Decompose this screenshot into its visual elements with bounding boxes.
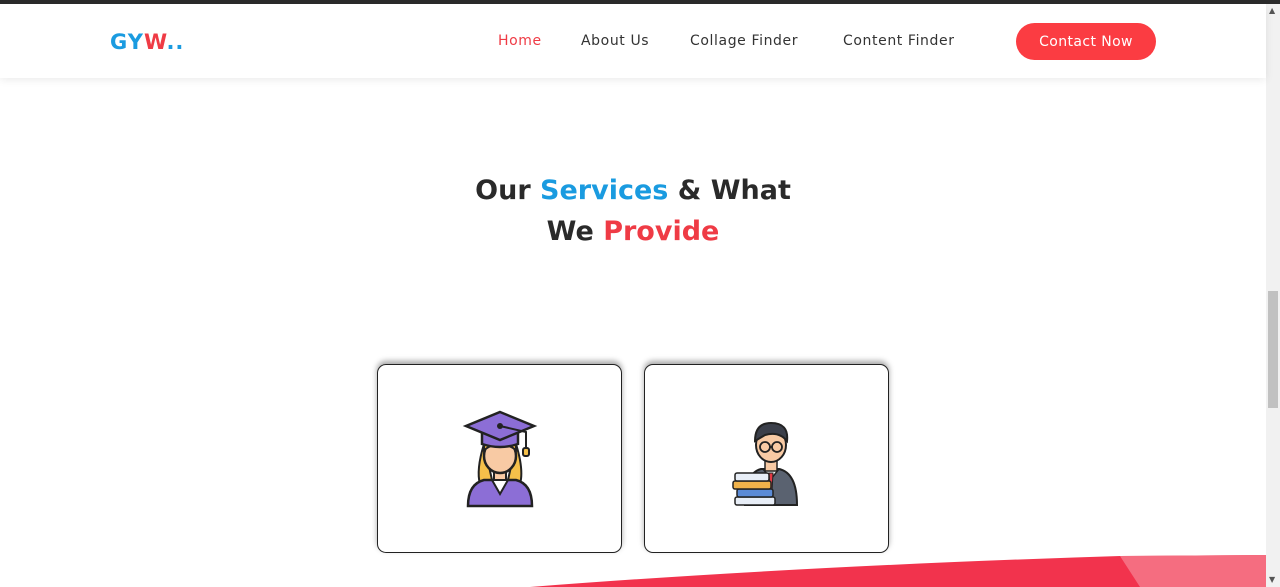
nav-home-link[interactable]: Home [498,33,542,49]
heading-word-our: Our [475,175,531,206]
service-card-teachers[interactable] [644,364,889,553]
teacher-with-books-icon [732,421,799,506]
logo[interactable]: GYW.. [110,30,184,54]
page-scrollbar[interactable]: ▲ ▼ [1266,4,1280,587]
scrollbar-thumb[interactable] [1268,291,1278,408]
heading-word-and-what: & What [677,175,791,206]
nav-about-link[interactable]: About Us [581,33,649,49]
heading-word-services: Services [540,175,669,206]
scroll-down-arrow-icon[interactable]: ▼ [1269,575,1275,584]
logo-part-gy: GY [110,30,144,54]
navbar: GYW.. Home About Us Collage Finder Conte… [0,4,1266,78]
logo-part-dots: .. [166,30,185,54]
nav-college-finder-link[interactable]: Collage Finder [690,33,798,49]
logo-part-w: W [143,30,167,54]
scroll-up-arrow-icon[interactable]: ▲ [1269,6,1275,15]
contact-now-button[interactable]: Contact Now [1016,23,1156,60]
decorative-wave-shape [530,555,1266,587]
service-card-students[interactable] [377,364,622,553]
heading-word-we: We [546,216,594,247]
heading-word-provide: Provide [603,216,720,247]
nav-content-finder-link[interactable]: Content Finder [843,33,955,49]
section-heading: Our Services & What We Provide [440,170,826,252]
graduate-student-icon [462,410,538,508]
